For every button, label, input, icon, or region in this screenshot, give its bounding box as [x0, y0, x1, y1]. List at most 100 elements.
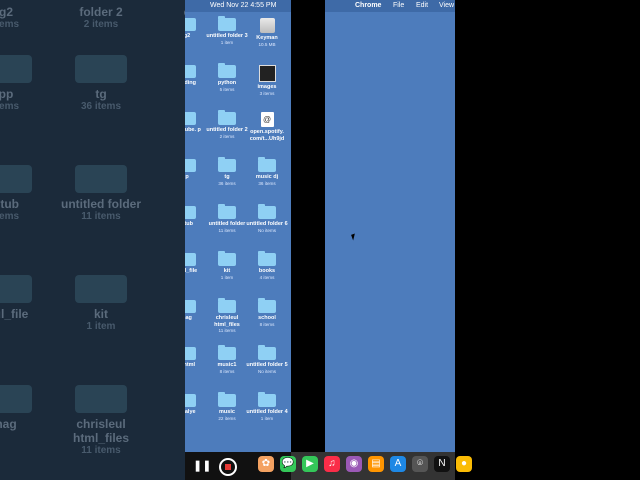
dock-podcasts-icon[interactable]: ◉	[346, 456, 362, 472]
dock-chrome-icon[interactable]: ●	[456, 456, 472, 472]
desktop-item[interactable]: untitled folder 31 item	[205, 16, 249, 45]
bg-item-name: leul_file	[0, 307, 29, 321]
dock-netflix-icon[interactable]: N	[434, 456, 450, 472]
desktop-item-name: untitled folder	[208, 221, 246, 227]
bg-item: utub items	[0, 165, 52, 223]
black-margin	[455, 0, 640, 480]
stop-record-icon[interactable]	[219, 458, 237, 476]
folder-icon	[75, 385, 127, 413]
dock-photos-icon[interactable]: ✿	[258, 456, 274, 472]
folder-icon	[185, 394, 196, 407]
folder-icon	[185, 159, 196, 172]
desktop-item[interactable]: chrisleul html_files 11 items	[205, 298, 249, 334]
bg-item: tg 36 items	[55, 55, 147, 113]
folder-icon	[185, 65, 196, 78]
chrome-menu-bar: Chrome File Edit View	[325, 0, 455, 12]
folder-icon	[0, 385, 32, 413]
bg-item: folder 2 2 items	[55, 5, 147, 31]
desktop-item[interactable]: music dj 36 items	[245, 157, 289, 186]
dock-messages-icon[interactable]: 💬	[280, 456, 296, 472]
folder-icon	[185, 112, 196, 125]
desktop-item-name: untitled folder 2	[206, 127, 248, 133]
desktop-item[interactable]: music1 8 items	[205, 345, 249, 374]
desktop-item[interactable]: untitled folder 6 No items	[245, 204, 289, 233]
desktop-screen-left: Wed Nov 22 4:55 PM g2 untitled folder 31 …	[185, 0, 291, 480]
desktop-item-name: untitled folder 5	[246, 362, 288, 368]
dock-music-icon[interactable]: ♫	[324, 456, 340, 472]
bg-item: pp items	[0, 55, 52, 113]
mouse-cursor-icon	[351, 233, 357, 241]
dock-app-store-icon[interactable]: A	[390, 456, 406, 472]
desktop-item[interactable]: school 8 items	[245, 298, 289, 327]
folder-icon	[185, 347, 196, 360]
desktop-item[interactable]: images 3 items	[245, 65, 289, 96]
desktop-item-count: 5 items	[219, 86, 235, 92]
desktop-item[interactable]: untitled folder 41 item	[245, 392, 289, 421]
bg-item-name: com	[150, 5, 185, 19]
dock-facetime-icon[interactable]: ▶	[302, 456, 318, 472]
folder-icon	[0, 55, 32, 83]
folder-icon	[75, 55, 127, 83]
bg-item: kit 1 item	[55, 275, 147, 333]
folder-icon	[258, 204, 276, 219]
folder-icon	[218, 110, 236, 125]
folder-icon	[258, 298, 276, 313]
stop-square	[225, 464, 231, 470]
folder-icon	[218, 392, 236, 407]
desktop-item-count: 1 item	[220, 39, 234, 45]
bg-item-name: chrisleul html_files	[72, 417, 129, 445]
desktop-item[interactable]: untitled folder 5 No items	[245, 345, 289, 374]
desktop-item-name: untitled folder 3	[206, 33, 248, 39]
pause-icon[interactable]: ❚❚	[193, 460, 211, 472]
desktop-item[interactable]: Keyman 10.5 MB	[245, 18, 289, 47]
folder-icon	[218, 157, 236, 172]
bg-item-count: items	[0, 19, 20, 30]
image-thumbnail-icon	[258, 65, 276, 82]
desktop-item[interactable]: kit 1 item	[205, 251, 249, 280]
folder-icon	[258, 157, 276, 172]
bg-item-count: 11 items	[81, 211, 121, 222]
desktop-item[interactable]: tg 36 items	[205, 157, 249, 186]
bg-item-name: folder 2	[79, 5, 123, 19]
folder-icon	[185, 300, 196, 313]
desktop-item-count: 1 item	[220, 274, 234, 280]
dock: ✿ 💬 ▶ ♫ ◉ ▤ A ⌾ N ●	[258, 452, 472, 480]
folder-icon	[218, 251, 236, 266]
recording-controls: ❚❚	[185, 452, 291, 480]
desktop-item-count: No items	[257, 368, 277, 374]
webloc-file-icon: @	[260, 112, 274, 127]
bg-item-count: 1 item	[86, 321, 116, 332]
desktop-item-name: untitled folder 4	[246, 409, 288, 415]
dock-books-icon[interactable]: ▤	[368, 456, 384, 472]
desktop-item-count: 36 items	[258, 180, 276, 186]
desktop-item-name: open.spotify. com/t...Uh9jd	[249, 129, 285, 142]
bg-item-name: untitled folder	[61, 197, 141, 211]
desktop-item[interactable]: untitled folder 11 items	[205, 204, 249, 233]
bg-item-name: tg	[95, 87, 107, 101]
desktop-item-count: No items	[257, 227, 277, 233]
menu-file[interactable]: File	[393, 0, 404, 12]
folder-icon	[218, 16, 236, 31]
folder-icon	[218, 63, 236, 78]
menu-edit[interactable]: Edit	[416, 0, 428, 12]
bg-item: com	[150, 5, 185, 19]
folder-icon	[75, 165, 127, 193]
desktop-item[interactable]: python 5 items	[205, 63, 249, 92]
menu-bar-clock[interactable]: Wed Nov 22 4:55 PM	[210, 0, 276, 12]
bg-item: g2 items	[0, 5, 52, 31]
desktop-item[interactable]: untitled folder 22 items	[205, 110, 249, 139]
desktop-item-count: 1 item	[260, 415, 274, 421]
drive-icon	[259, 18, 275, 33]
desktop-screen-right: Chrome File Edit View	[325, 0, 455, 452]
desktop-item-count: 36 items	[218, 180, 236, 186]
folder-icon	[218, 345, 236, 360]
menu-app-chrome[interactable]: Chrome	[355, 0, 381, 12]
menu-view[interactable]: View	[439, 0, 454, 12]
dock-chatgpt-icon[interactable]: ⌾	[412, 456, 428, 472]
desktop-item[interactable]: @ open.spotify. com/t...Uh9jd	[245, 112, 289, 142]
desktop-item[interactable]: music 22 items	[205, 392, 249, 421]
desktop-item[interactable]: books 4 items	[245, 251, 289, 280]
folder-icon	[185, 18, 196, 31]
bg-item-count: 36 items	[80, 101, 122, 112]
bg-item-count: items	[0, 101, 20, 112]
